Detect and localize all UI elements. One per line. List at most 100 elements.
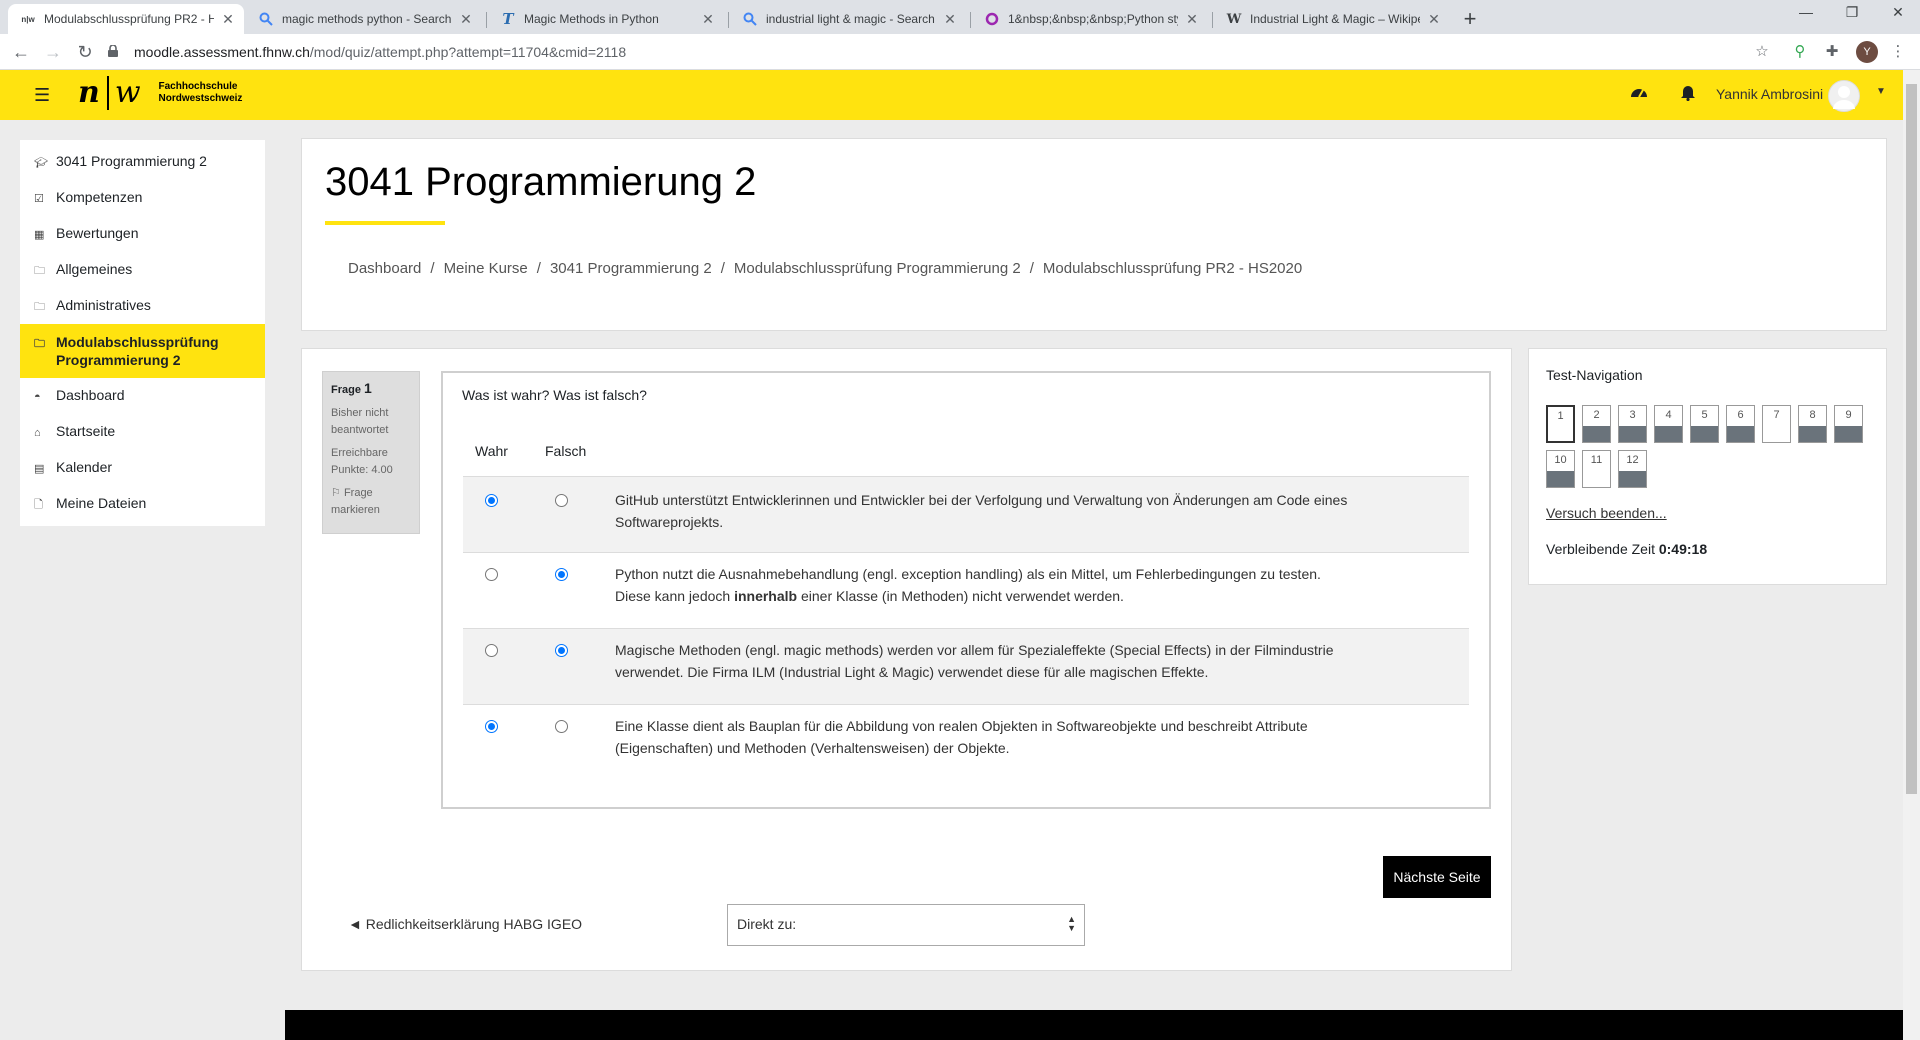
close-tab-icon[interactable]: ✕ xyxy=(220,11,236,28)
flag-question-link[interactable]: ⚐ Frage markieren xyxy=(331,485,411,519)
sidebar-item-label: Administratives xyxy=(56,297,151,313)
minimize-icon[interactable]: — xyxy=(1786,4,1826,20)
sidebar-item-label: Modulabschlussprüfung Programmierung 2 xyxy=(56,334,219,368)
question-number-value: 1 xyxy=(364,380,372,396)
table-icon: ▦ xyxy=(34,229,45,241)
tab-magic-methods-search[interactable]: magic methods python - Search ✕ xyxy=(246,4,482,34)
quiz-nav-question-button[interactable]: 9 xyxy=(1834,405,1863,443)
sidebar-item-course[interactable]: 🎓︎ 3041 Programmierung 2 xyxy=(20,144,265,180)
quiz-nav-question-button[interactable]: 8 xyxy=(1798,405,1827,443)
tab-python-style[interactable]: 1&nbsp;&nbsp;&nbsp;Python sty ✕ xyxy=(972,4,1208,34)
site-header: ☰ n w Fachhochschule Nordwestschweiz Yan… xyxy=(0,70,1903,120)
breadcrumb-item[interactable]: 3041 Programmierung 2 xyxy=(550,260,712,277)
question-button-number: 9 xyxy=(1845,409,1852,421)
bookmark-star-icon[interactable]: ☆ xyxy=(1752,42,1772,62)
radio-true[interactable] xyxy=(485,644,498,657)
forward-arrow-icon[interactable]: → xyxy=(42,41,64,63)
close-tab-icon[interactable]: ✕ xyxy=(942,11,958,28)
jump-to-select[interactable]: Direkt zu: ▲ ▼ xyxy=(727,904,1085,946)
checkbox-icon: ☑ xyxy=(34,193,44,205)
quiz-nav-question-button[interactable]: 12 xyxy=(1618,450,1647,488)
answered-indicator xyxy=(1583,426,1610,442)
sidebar-item-allgemeines[interactable]: 🗀 Allgemeines xyxy=(20,252,265,288)
sidebar-item-modulabschlusspruefung[interactable]: 🗀 Modulabschlussprüfung Programmierung 2 xyxy=(20,324,265,378)
browser-tabstrip: n|w Modulabschlussprüfung PR2 - HS ✕ mag… xyxy=(0,0,1920,34)
scrollbar-thumb[interactable] xyxy=(1906,84,1917,794)
statement-row: Python nutzt die Ausnahmebehandlung (eng… xyxy=(463,552,1469,628)
finish-attempt-link[interactable]: Versuch beenden... xyxy=(1546,505,1667,521)
restore-icon[interactable]: ❐ xyxy=(1832,4,1872,21)
close-tab-icon[interactable]: ✕ xyxy=(1184,11,1200,28)
tab-ilm-wikipedia[interactable]: W Industrial Light & Magic – Wikipe ✕ xyxy=(1214,4,1450,34)
breadcrumb-separator: / xyxy=(720,260,725,277)
breadcrumb-item[interactable]: Dashboard xyxy=(348,260,421,277)
url-host: moodle.assessment.fhnw.ch xyxy=(134,44,310,60)
user-avatar[interactable] xyxy=(1828,80,1860,112)
tab-title: Modulabschlussprüfung PR2 - HS xyxy=(44,12,214,26)
quiz-nav-question-button[interactable]: 2 xyxy=(1582,405,1611,443)
answered-indicator xyxy=(1655,426,1682,442)
address-bar[interactable]: moodle.assessment.fhnw.ch/mod/quiz/attem… xyxy=(108,39,1788,65)
calendar-icon: ▤ xyxy=(34,463,45,475)
close-tab-icon[interactable]: ✕ xyxy=(1426,11,1442,28)
answered-indicator xyxy=(1691,426,1718,442)
tab-magic-methods-python[interactable]: T Magic Methods in Python ✕ xyxy=(488,4,724,34)
reload-icon[interactable]: ↻ xyxy=(74,41,96,63)
dashboard-gauge-icon[interactable] xyxy=(1630,84,1648,105)
radio-false[interactable] xyxy=(555,568,568,581)
breadcrumb-item[interactable]: Meine Kurse xyxy=(444,260,528,277)
quiz-nav-question-button[interactable]: 10 xyxy=(1546,450,1575,488)
sidebar-item-administratives[interactable]: 🗀 Administratives xyxy=(20,288,265,324)
radio-true[interactable] xyxy=(485,494,498,507)
question-text: Was ist wahr? Was ist falsch? xyxy=(462,387,647,403)
radio-false[interactable] xyxy=(555,644,568,657)
question-label: Frage xyxy=(331,384,361,396)
user-menu-caret-icon[interactable]: ▼ xyxy=(1876,86,1886,97)
close-tab-icon[interactable]: ✕ xyxy=(700,11,716,28)
user-name[interactable]: Yannik Ambrosini xyxy=(1716,86,1823,102)
radio-true[interactable] xyxy=(485,568,498,581)
question-button-number: 4 xyxy=(1665,409,1672,421)
close-tab-icon[interactable]: ✕ xyxy=(458,11,474,28)
statement-line: Diese kann jedoch innerhalb einer Klasse… xyxy=(615,585,1405,607)
extensions-puzzle-icon[interactable]: ✚ xyxy=(1822,42,1842,62)
previous-activity-link[interactable]: ◄ Redlichkeitserklärung HABG IGEO xyxy=(348,916,582,932)
radio-false[interactable] xyxy=(555,720,568,733)
quiz-nav-question-button[interactable]: 6 xyxy=(1726,405,1755,443)
location-pin-icon[interactable]: ⚲ xyxy=(1790,42,1810,62)
tab-ilm-search[interactable]: industrial light & magic - Search ✕ xyxy=(730,4,966,34)
next-page-button[interactable]: Nächste Seite xyxy=(1383,856,1491,898)
sidebar-item-kalender[interactable]: ▤ Kalender xyxy=(20,450,265,486)
new-tab-button[interactable]: + xyxy=(1456,6,1484,32)
quiz-nav-question-button[interactable]: 11 xyxy=(1582,450,1611,488)
close-window-icon[interactable]: ✕ xyxy=(1878,4,1918,21)
profile-avatar[interactable]: Y xyxy=(1856,41,1878,63)
quiz-nav-question-button[interactable]: 4 xyxy=(1654,405,1683,443)
sidebar-item-kompetenzen[interactable]: ☑ Kompetenzen xyxy=(20,180,265,216)
fhnw-logo[interactable]: n w Fachhochschule Nordwestschweiz xyxy=(78,76,242,110)
radio-true[interactable] xyxy=(485,720,498,733)
radio-false[interactable] xyxy=(555,494,568,507)
browser-menu-icon[interactable]: ⋮ xyxy=(1888,42,1908,62)
breadcrumb-item[interactable]: Modulabschlussprüfung Programmierung 2 xyxy=(734,260,1021,277)
logo-mark-n: n xyxy=(78,76,109,110)
quiz-nav-question-button[interactable]: 7 xyxy=(1762,405,1791,443)
breadcrumb-item[interactable]: Modulabschlussprüfung PR2 - HS2020 xyxy=(1043,260,1302,277)
answered-indicator xyxy=(1547,471,1574,487)
hamburger-menu-icon[interactable]: ☰ xyxy=(34,85,50,106)
sidebar-item-bewertungen[interactable]: ▦ Bewertungen xyxy=(20,216,265,252)
tab-title: 1&nbsp;&nbsp;&nbsp;Python sty xyxy=(1008,12,1178,26)
tab-moodle-quiz[interactable]: n|w Modulabschlussprüfung PR2 - HS ✕ xyxy=(8,4,244,34)
sidebar-item-label: Kompetenzen xyxy=(56,189,143,205)
sidebar-item-dashboard[interactable]: ◓ Dashboard xyxy=(20,378,265,414)
sidebar-item-label: 3041 Programmierung 2 xyxy=(56,153,207,169)
quiz-nav-question-button[interactable]: 3 xyxy=(1618,405,1647,443)
back-arrow-icon[interactable]: ← xyxy=(10,41,32,63)
quiz-nav-question-button[interactable]: 1 xyxy=(1546,405,1575,443)
sidebar-item-meine-dateien[interactable]: 🗋 Meine Dateien xyxy=(20,486,265,522)
notification-bell-icon[interactable] xyxy=(1680,84,1696,106)
sidebar-item-startseite[interactable]: ⌂ Startseite xyxy=(20,414,265,450)
folder-icon: 🗀 xyxy=(34,338,45,350)
select-arrows-icon: ▲ ▼ xyxy=(1067,914,1076,933)
quiz-nav-question-button[interactable]: 5 xyxy=(1690,405,1719,443)
